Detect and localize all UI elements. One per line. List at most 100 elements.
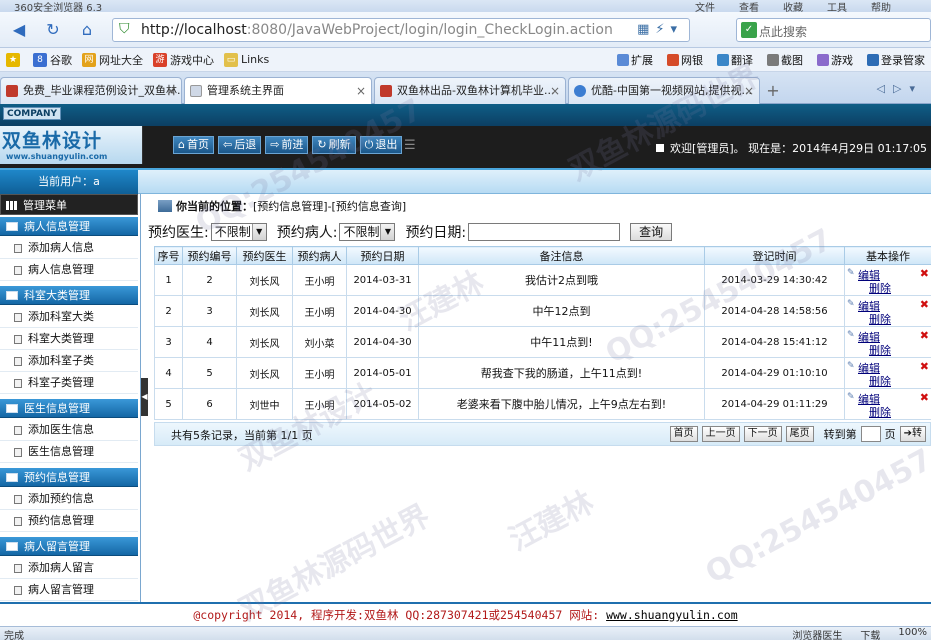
- fav-games[interactable]: 游游戏中心: [153, 52, 214, 68]
- folder-icon: ▭: [224, 52, 238, 67]
- doctor-select[interactable]: 不限制 ▼: [210, 223, 267, 241]
- delete-link[interactable]: 删除: [869, 342, 891, 358]
- sidebar-item-manage-subdept[interactable]: 科室子类管理: [0, 372, 138, 394]
- date-input[interactable]: [468, 223, 621, 241]
- goto-page-input[interactable]: [860, 426, 881, 442]
- fav-links[interactable]: ▭ Links: [224, 52, 269, 67]
- tab-3[interactable]: 双鱼林出品-双鱼林计算机毕业... ×: [374, 77, 566, 104]
- sidebar-item-add-subdept[interactable]: 添加科室子类: [0, 350, 138, 372]
- group-department[interactable]: 科室大类管理: [0, 286, 138, 305]
- logo: 双鱼林设计 www.shuangyulin.com: [0, 126, 143, 164]
- address-tools-icon[interactable]: ▦⚡▾: [637, 22, 683, 37]
- group-doctor[interactable]: 医生信息管理: [0, 399, 138, 418]
- cell-reg-time: 2014-03-29 14:30:42: [704, 264, 845, 296]
- delete-link[interactable]: 删除: [869, 311, 891, 327]
- col-note: 备注信息: [418, 246, 705, 265]
- first-page-button[interactable]: 首页: [669, 426, 698, 442]
- next-page-button[interactable]: 下一页: [743, 426, 782, 442]
- sidebar-item-add-appointment[interactable]: 添加预约信息: [0, 488, 138, 510]
- group-patient-info[interactable]: 病人信息管理: [0, 217, 138, 236]
- tab-2-active[interactable]: 管理系统主界面 ×: [184, 77, 372, 105]
- last-page-button[interactable]: 尾页: [785, 426, 814, 442]
- tab-controls-icon[interactable]: ◁▷▾: [877, 82, 923, 95]
- close-icon[interactable]: ×: [550, 78, 560, 104]
- home-icon[interactable]: ⌂: [76, 19, 98, 41]
- patient-filter-label: 预约病人:: [276, 225, 338, 241]
- address-bar[interactable]: ⛉ http://localhost:8080/JavaWebProject/l…: [112, 18, 690, 42]
- folder-icon: [6, 222, 18, 231]
- close-icon[interactable]: ×: [356, 78, 366, 104]
- sidebar-item-add-doctor[interactable]: 添加医生信息: [0, 419, 138, 441]
- sidebar-collapse-handle[interactable]: ◀: [141, 378, 148, 416]
- fav-google[interactable]: 8 谷歌: [33, 52, 72, 68]
- sidebar-item-manage-message[interactable]: 病人留言管理: [0, 579, 138, 601]
- address-url[interactable]: http://localhost:8080/JavaWebProject/log…: [141, 22, 613, 38]
- menu-favorites[interactable]: 收藏: [783, 0, 803, 12]
- delete-x-icon[interactable]: ✖: [920, 298, 929, 311]
- sidebar-item-add-patient[interactable]: 添加病人信息: [0, 237, 138, 259]
- close-icon[interactable]: ×: [166, 78, 176, 104]
- sidebar-item-manage-patient[interactable]: 病人信息管理: [0, 259, 138, 281]
- delete-x-icon[interactable]: ✖: [920, 267, 929, 280]
- group-appointment[interactable]: 预约信息管理: [0, 468, 138, 487]
- ebank-button[interactable]: 网银: [667, 52, 703, 68]
- cell-seq: 2: [154, 295, 183, 327]
- favorites-star-icon[interactable]: ★: [6, 52, 23, 67]
- translate-button[interactable]: 翻译: [717, 52, 753, 68]
- menu-tools[interactable]: 工具: [827, 0, 847, 12]
- group-message[interactable]: 病人留言管理: [0, 537, 138, 556]
- tab-1[interactable]: 免费_毕业课程范例设计_双鱼林... ×: [0, 77, 182, 104]
- goto-button[interactable]: ➔转: [899, 426, 926, 442]
- delete-link[interactable]: 删除: [869, 280, 891, 296]
- fav-sites[interactable]: 网网址大全: [82, 52, 143, 68]
- logout-button[interactable]: ⏻ 退出: [359, 136, 403, 154]
- pencil-icon: ✎: [847, 299, 855, 309]
- refresh-button[interactable]: ↻ 刷新: [312, 136, 356, 154]
- zoom-level[interactable]: 100%: [898, 627, 927, 640]
- footer: @copyright 2014, 程序开发:双鱼林 QQ:287307421或2…: [0, 602, 931, 626]
- delete-x-icon[interactable]: ✖: [920, 360, 929, 373]
- delete-x-icon[interactable]: ✖: [920, 329, 929, 342]
- pencil-icon: ✎: [847, 392, 855, 402]
- delete-link[interactable]: 删除: [869, 404, 891, 420]
- close-icon[interactable]: ×: [744, 78, 754, 104]
- sidebar-item-manage-doctor[interactable]: 医生信息管理: [0, 441, 138, 463]
- sidebar-item-add-dept[interactable]: 添加科室大类: [0, 306, 138, 328]
- patient-select[interactable]: 不限制 ▼: [339, 223, 396, 241]
- refresh-icon[interactable]: ↻: [42, 19, 64, 41]
- sidebar-item-manage-dept[interactable]: 科室大类管理: [0, 328, 138, 350]
- extensions-button[interactable]: 扩展: [617, 52, 653, 68]
- home-icon: ⌂: [178, 138, 185, 151]
- search-box[interactable]: ✓ 点此搜索: [736, 18, 931, 42]
- tab-4[interactable]: 优酷-中国第一视频网站,提供视... ×: [568, 77, 760, 104]
- forward-button[interactable]: ⇨ 前进: [265, 136, 309, 154]
- download-button[interactable]: 下载: [860, 627, 880, 640]
- pencil-icon: ✎: [847, 361, 855, 371]
- sidebar-item-manage-appointment[interactable]: 预约信息管理: [0, 510, 138, 532]
- menu-lines-icon[interactable]: ☰: [404, 138, 416, 153]
- new-tab-icon[interactable]: +: [762, 82, 784, 102]
- doctor-tool-button[interactable]: 浏览器医生: [792, 627, 842, 640]
- menu-help[interactable]: 帮助: [871, 0, 891, 12]
- prev-page-button[interactable]: 上一页: [701, 426, 740, 442]
- search-button[interactable]: 查询: [630, 223, 673, 241]
- sidebar-item-add-message[interactable]: 添加病人留言: [0, 557, 138, 579]
- back-icon[interactable]: ◀: [8, 19, 30, 41]
- delete-x-icon[interactable]: ✖: [920, 391, 929, 404]
- menu-file[interactable]: 文件: [695, 0, 715, 12]
- table-row: 3 4 刘长风 刘小菜 2014-04-30 中午11点到! 2014-04-2…: [154, 326, 931, 358]
- folder-icon: [6, 404, 18, 413]
- screenshot-button[interactable]: 截图: [767, 52, 803, 68]
- site-link[interactable]: www.shuangyulin.com: [606, 608, 738, 622]
- search-engine-icon[interactable]: ✓: [741, 22, 757, 38]
- home-button[interactable]: ⌂ 首页: [173, 136, 214, 154]
- cell-date: 2014-05-02: [346, 388, 419, 420]
- delete-link[interactable]: 删除: [869, 373, 891, 389]
- sidebar-title: 管理菜单: [0, 194, 138, 215]
- page-icon: [14, 564, 22, 573]
- game-button[interactable]: 游戏: [817, 52, 853, 68]
- login-manager-button[interactable]: 登录管家: [867, 52, 925, 68]
- logo-text: 双鱼林设计: [2, 130, 103, 152]
- back-button[interactable]: ⇦ 后退: [217, 136, 262, 154]
- menu-view[interactable]: 查看: [739, 0, 759, 12]
